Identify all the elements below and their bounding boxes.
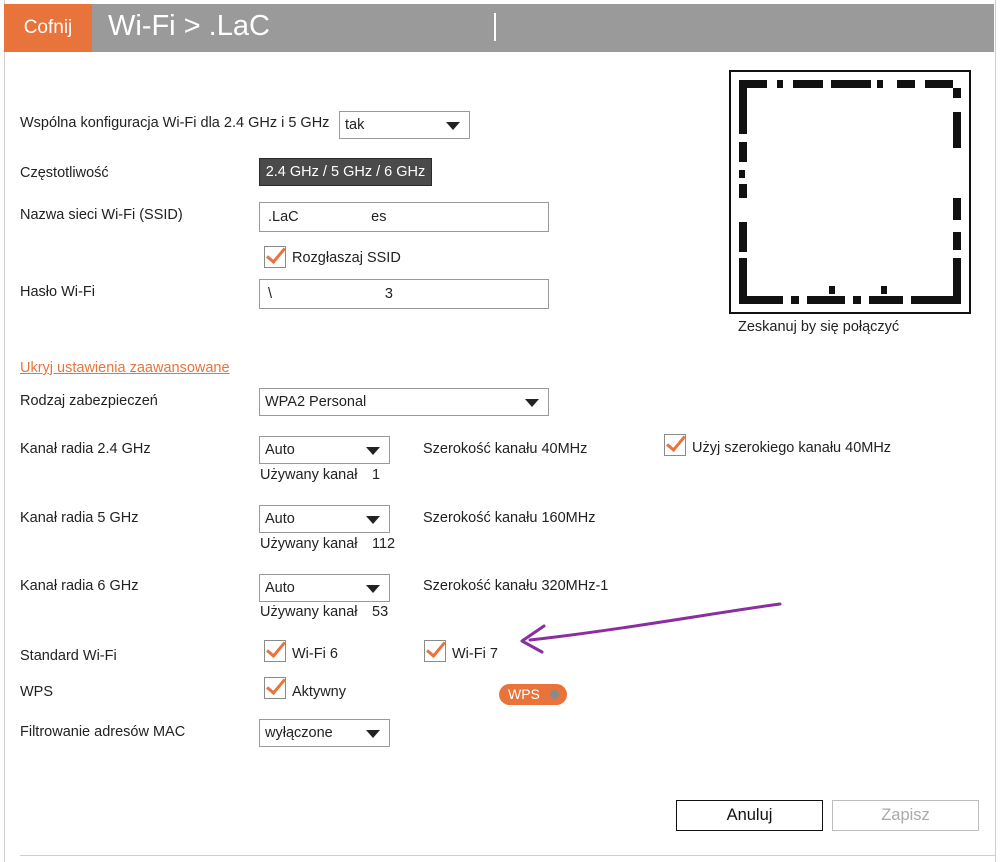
used-channel-5-label: Używany kanał: [260, 536, 358, 552]
wide-channel-checkbox[interactable]: [664, 431, 686, 456]
qr-code-icon: [739, 80, 961, 304]
used-channel-5-value: 112: [372, 536, 396, 552]
wifi7-label: Wi-Fi 7: [452, 646, 498, 662]
channel-6-select[interactable]: Auto: [259, 574, 390, 602]
chevron-down-icon: [366, 447, 380, 455]
qr-caption: Zeskanuj by się połączyć: [738, 319, 900, 335]
security-value: WPA2 Personal: [265, 394, 367, 410]
mac-filter-label: Filtrowanie adresów MAC: [20, 724, 186, 740]
wps-label: WPS: [20, 684, 54, 700]
qr-code: [729, 70, 971, 314]
channel-6-label: Kanał radia 6 GHz: [20, 578, 139, 594]
used-channel-6-label: Używany kanał: [260, 604, 358, 620]
chevron-down-icon: [366, 516, 380, 524]
channel-24-value: Auto: [265, 442, 295, 458]
hide-advanced-link[interactable]: Ukryj ustawienia zaawansowane: [20, 360, 230, 376]
security-select[interactable]: WPA2 Personal: [259, 388, 549, 416]
chevron-down-icon: [525, 399, 539, 407]
common-config-value: tak: [345, 117, 365, 133]
channel-5-select[interactable]: Auto: [259, 505, 390, 533]
wps-button-label: WPS: [508, 686, 540, 702]
wps-status-dot: [550, 690, 559, 699]
checkmark-icon: [266, 637, 286, 658]
divider: [20, 855, 996, 856]
channel-6-width: Szerokość kanału 320MHz-1: [423, 578, 609, 594]
ssid-label: Nazwa sieci Wi-Fi (SSID): [20, 207, 183, 223]
frequency-badge: 2.4 GHz / 5 GHz / 6 GHz: [259, 158, 432, 186]
wps-active-label: Aktywny: [292, 684, 346, 700]
common-config-label: Wspólna konfiguracja Wi-Fi dla 2.4 GHz i…: [20, 115, 330, 131]
cancel-button[interactable]: Anuluj: [676, 800, 823, 831]
wifi-standard-label: Standard Wi-Fi: [20, 648, 117, 664]
checkmark-icon: [266, 674, 286, 695]
common-config-select[interactable]: tak: [339, 111, 470, 139]
checkmark-icon: [666, 431, 686, 452]
used-channel-6-value: 53: [372, 604, 389, 620]
wifi6-checkbox[interactable]: [264, 637, 286, 662]
channel-6-value: Auto: [265, 580, 295, 596]
wifi6-label: Wi-Fi 6: [292, 646, 338, 662]
frequency-label: Częstotliwość: [20, 165, 109, 181]
checkmark-icon: [266, 243, 286, 264]
page-title: Wi-Fi > .LaC: [108, 10, 270, 42]
mac-filter-value: wyłączone: [265, 725, 333, 741]
used-channel-24-value: 1: [372, 467, 381, 483]
back-button[interactable]: Cofnij: [4, 4, 92, 52]
broadcast-ssid-checkbox[interactable]: [264, 243, 286, 268]
channel-5-label: Kanał radia 5 GHz: [20, 510, 139, 526]
checkmark-icon: [426, 637, 446, 658]
wide-channel-label: Użyj szerokiego kanału 40MHz: [692, 440, 892, 456]
used-channel-24-label: Używany kanał: [260, 467, 358, 483]
channel-24-width: Szerokość kanału 40MHz: [423, 441, 588, 457]
save-button[interactable]: Zapisz: [832, 800, 979, 831]
chevron-down-icon: [366, 730, 380, 738]
password-input[interactable]: \ 3: [259, 279, 549, 309]
wifi7-checkbox[interactable]: [424, 637, 446, 662]
annotation-arrow-icon: [520, 602, 782, 654]
wps-active-checkbox[interactable]: [264, 674, 286, 699]
chevron-down-icon: [446, 122, 460, 130]
password-label: Hasło Wi-Fi: [20, 284, 95, 300]
channel-24-select[interactable]: Auto: [259, 436, 390, 464]
broadcast-ssid-label: Rozgłaszaj SSID: [292, 250, 401, 266]
channel-24-label: Kanał radia 2.4 GHz: [20, 441, 151, 457]
chevron-down-icon: [366, 585, 380, 593]
security-label: Rodzaj zabezpieczeń: [20, 393, 158, 409]
mac-filter-select[interactable]: wyłączone: [259, 719, 390, 747]
wps-button[interactable]: WPS: [499, 684, 567, 705]
text-cursor: [494, 13, 496, 41]
channel-5-width: Szerokość kanału 160MHz: [423, 510, 596, 526]
channel-5-value: Auto: [265, 511, 295, 527]
ssid-input[interactable]: .LaC es: [259, 202, 549, 232]
